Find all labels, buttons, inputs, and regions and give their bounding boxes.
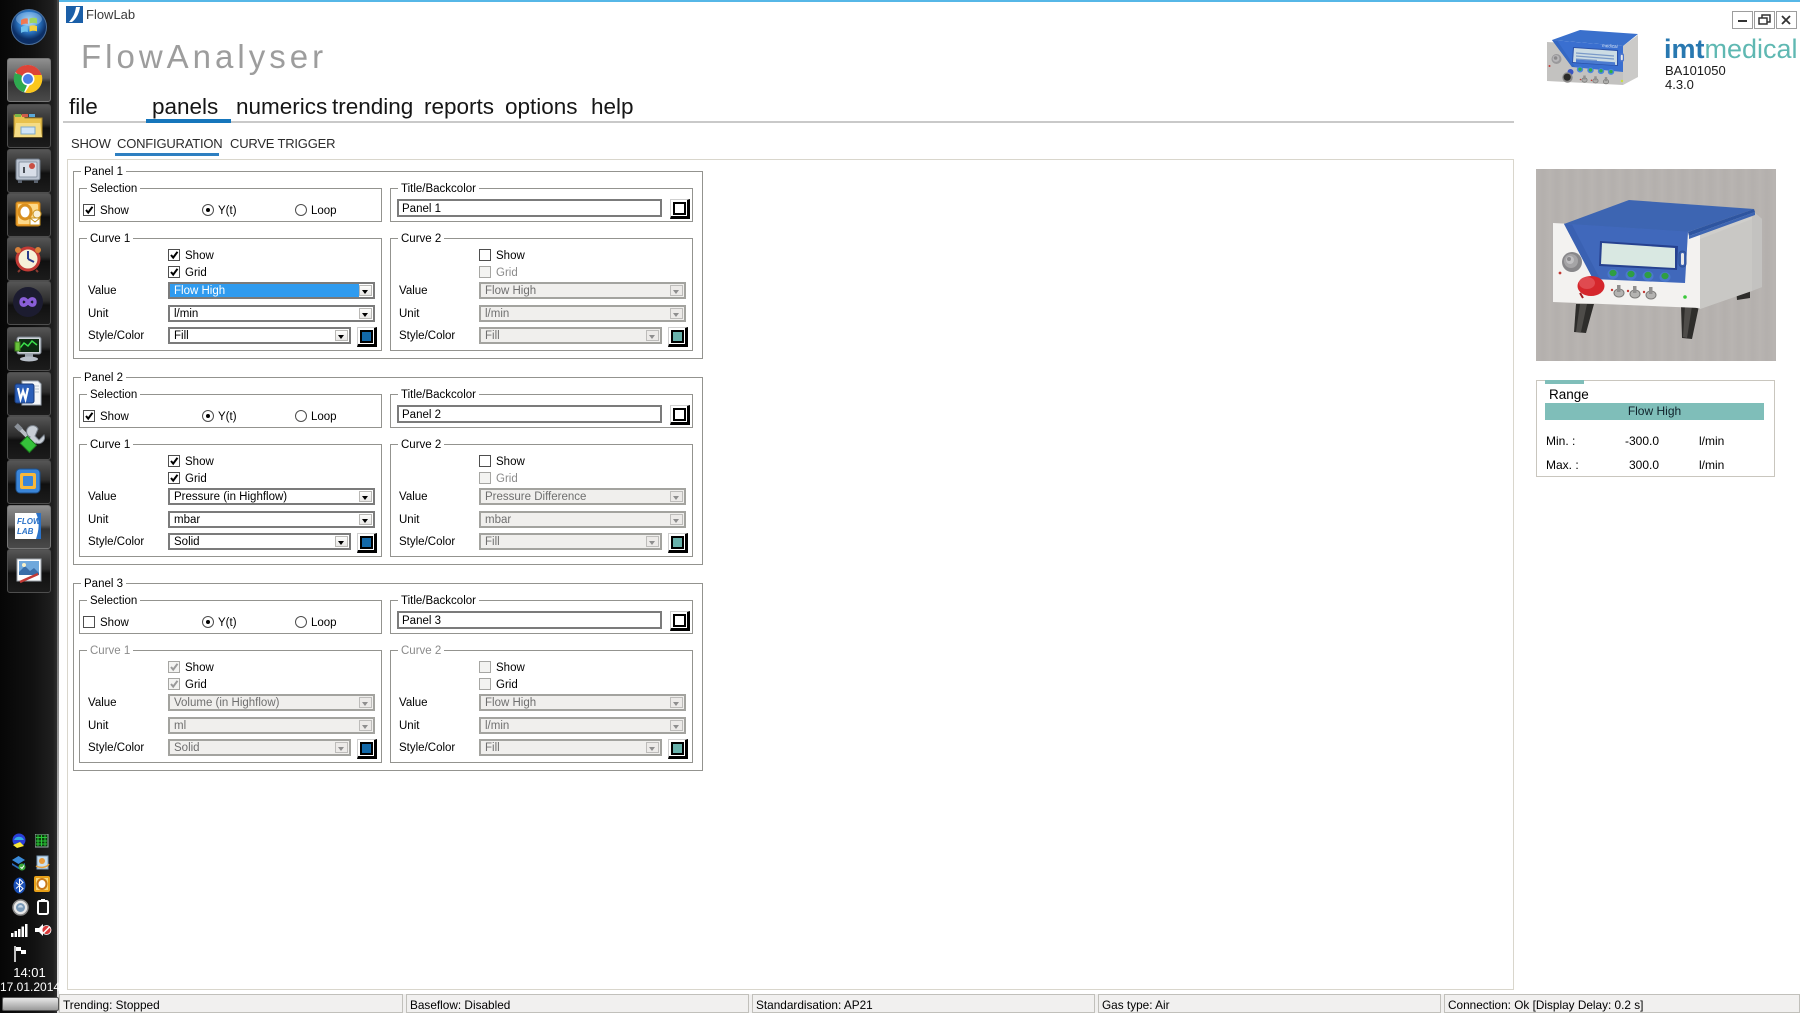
svg-text:FLOW: FLOW	[17, 517, 42, 526]
svg-text:LAB: LAB	[17, 527, 34, 536]
